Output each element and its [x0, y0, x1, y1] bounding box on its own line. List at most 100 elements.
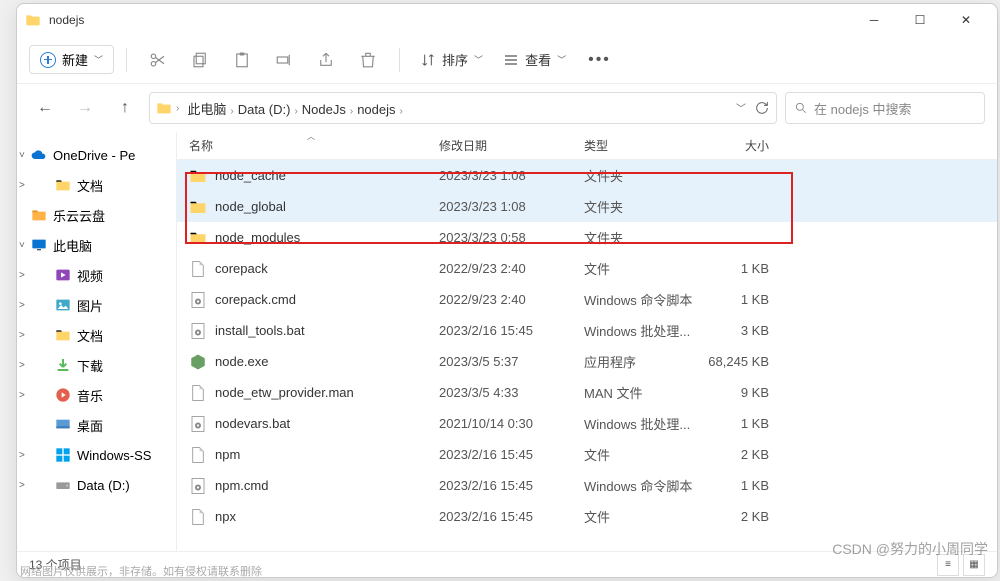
sidebar-label: OneDrive - Pe	[53, 148, 135, 163]
file-size: 1 KB	[699, 478, 779, 493]
file-icon	[189, 384, 207, 402]
breadcrumb-item[interactable]: nodejs	[353, 100, 399, 119]
file-type: 文件	[584, 445, 699, 464]
sidebar-label: 下载	[77, 356, 103, 375]
file-icon	[189, 446, 207, 464]
file-row[interactable]: nodevars.bat2021/10/14 0:30Windows 批处理..…	[177, 408, 997, 439]
col-type[interactable]: 类型	[584, 137, 699, 154]
sidebar-item[interactable]: >视频	[17, 260, 176, 290]
cut-button[interactable]	[139, 42, 177, 78]
chevron-icon[interactable]: ˅	[19, 240, 25, 251]
col-size[interactable]: 大小	[699, 137, 779, 154]
more-button[interactable]: •••	[578, 51, 621, 69]
share-button[interactable]	[307, 42, 345, 78]
file-size: 1 KB	[699, 292, 779, 307]
address-bar[interactable]: › 此电脑›Data (D:)›NodeJs›nodejs› ﹀	[149, 92, 777, 124]
maximize-button[interactable]: ☐	[897, 4, 943, 36]
file-type: Windows 批处理...	[584, 321, 699, 340]
breadcrumb-item[interactable]: Data (D:)	[234, 100, 295, 119]
chevron-icon[interactable]: >	[19, 270, 25, 281]
explorer-window: nodejs ─ ☐ ✕ 新建 ﹀ 排序 ﹀ 查看 ﹀ •••	[16, 3, 998, 578]
view-icon	[503, 52, 519, 68]
chevron-icon[interactable]: >	[19, 450, 25, 461]
search-input[interactable]: 在 nodejs 中搜索	[785, 92, 985, 124]
chevron-down-icon[interactable]: ﹀	[736, 100, 746, 116]
pic-icon	[55, 297, 71, 313]
breadcrumb-item[interactable]: 此电脑	[183, 100, 230, 119]
sidebar-item[interactable]: > 文档	[17, 320, 176, 350]
file-name: corepack.cmd	[215, 292, 439, 307]
sort-button[interactable]: 排序 ﹀	[412, 46, 491, 73]
file-type: 文件夹	[584, 166, 699, 185]
sidebar-item[interactable]: >音乐	[17, 380, 176, 410]
sidebar-label: 图片	[77, 296, 103, 315]
file-name: corepack	[215, 261, 439, 276]
minimize-button[interactable]: ─	[851, 4, 897, 36]
file-row[interactable]: install_tools.bat2023/2/16 15:45Windows …	[177, 315, 997, 346]
drive-icon	[55, 477, 71, 493]
file-row[interactable]: npm2023/2/16 15:45文件2 KB	[177, 439, 997, 470]
sidebar-label: Data (D:)	[77, 478, 130, 493]
sidebar-item[interactable]: 乐云云盘	[17, 200, 176, 230]
file-type: 文件夹	[584, 197, 699, 216]
sidebar-item[interactable]: > Windows-SS	[17, 440, 176, 470]
file-row[interactable]: corepack2022/9/23 2:40文件1 KB	[177, 253, 997, 284]
delete-button[interactable]	[349, 42, 387, 78]
paste-button[interactable]	[223, 42, 261, 78]
copy-button[interactable]	[181, 42, 219, 78]
sidebar[interactable]: ˅OneDrive - Pe>文档乐云云盘˅此电脑>视频>图片>文档>下载>音乐…	[17, 132, 177, 551]
sidebar-item[interactable]: > 下载	[17, 350, 176, 380]
file-type: MAN 文件	[584, 383, 699, 402]
file-name: node_modules	[215, 230, 439, 245]
chevron-icon[interactable]: >	[19, 480, 25, 491]
file-row[interactable]: npm.cmd2023/2/16 15:45Windows 命令脚本1 KB	[177, 470, 997, 501]
sidebar-label: Windows-SS	[77, 448, 151, 463]
close-button[interactable]: ✕	[943, 4, 989, 36]
file-row[interactable]: node_etw_provider.man2023/3/5 4:33MAN 文件…	[177, 377, 997, 408]
chevron-icon[interactable]: >	[19, 330, 25, 341]
view-button[interactable]: 查看 ﹀	[495, 46, 574, 73]
col-date[interactable]: 修改日期	[439, 137, 584, 154]
sidebar-item[interactable]: > Data (D:)	[17, 470, 176, 500]
chevron-icon[interactable]: ˅	[19, 150, 25, 161]
file-type: 文件	[584, 259, 699, 278]
sidebar-item[interactable]: ˅ OneDrive - Pe	[17, 140, 176, 170]
forward-button[interactable]: →	[69, 92, 101, 124]
sidebar-item[interactable]: 桌面	[17, 410, 176, 440]
file-date: 2023/2/16 15:45	[439, 509, 584, 524]
sidebar-item[interactable]: ˅此电脑	[17, 230, 176, 260]
file-type: 应用程序	[584, 352, 699, 371]
file-row[interactable]: node_cache2023/3/23 1:08文件夹	[177, 160, 997, 191]
file-row[interactable]: node_global2023/3/23 1:08文件夹	[177, 191, 997, 222]
back-button[interactable]: ←	[29, 92, 61, 124]
new-button[interactable]: 新建 ﹀	[29, 45, 114, 74]
chevron-icon[interactable]: >	[19, 390, 25, 401]
chevron-icon[interactable]: >	[19, 180, 25, 191]
cloud-icon	[31, 147, 47, 163]
chevron-icon[interactable]: >	[19, 300, 25, 311]
folder-icon	[189, 167, 207, 185]
footer-text: 网络图片仅供展示，非存储。如有侵权请联系删除	[20, 563, 262, 579]
file-list[interactable]: node_cache2023/3/23 1:08文件夹node_global20…	[177, 160, 997, 551]
file-name: npx	[215, 509, 439, 524]
watermark: CSDN @努力的小周同学	[832, 539, 988, 559]
sidebar-item[interactable]: >文档	[17, 170, 176, 200]
file-row[interactable]: npx2023/2/16 15:45文件2 KB	[177, 501, 997, 532]
file-row[interactable]: node.exe2023/3/5 5:37应用程序68,245 KB	[177, 346, 997, 377]
titlebar[interactable]: nodejs ─ ☐ ✕	[17, 4, 997, 36]
file-size: 2 KB	[699, 509, 779, 524]
sidebar-item[interactable]: > 图片	[17, 290, 176, 320]
file-row[interactable]: corepack.cmd2022/9/23 2:40Windows 命令脚本1 …	[177, 284, 997, 315]
file-date: 2021/10/14 0:30	[439, 416, 584, 431]
file-type: Windows 命令脚本	[584, 290, 699, 309]
lecloud-icon	[31, 207, 47, 223]
column-header[interactable]: ︿ 名称 修改日期 类型 大小	[177, 132, 997, 160]
refresh-button[interactable]	[754, 100, 770, 116]
file-row[interactable]: node_modules2023/3/23 0:58文件夹	[177, 222, 997, 253]
rename-button[interactable]	[265, 42, 303, 78]
sidebar-label: 文档	[77, 326, 103, 345]
chevron-icon[interactable]: >	[19, 360, 25, 371]
breadcrumb-item[interactable]: NodeJs	[298, 100, 350, 119]
up-button[interactable]: ↑	[109, 92, 141, 124]
file-date: 2023/2/16 15:45	[439, 323, 584, 338]
